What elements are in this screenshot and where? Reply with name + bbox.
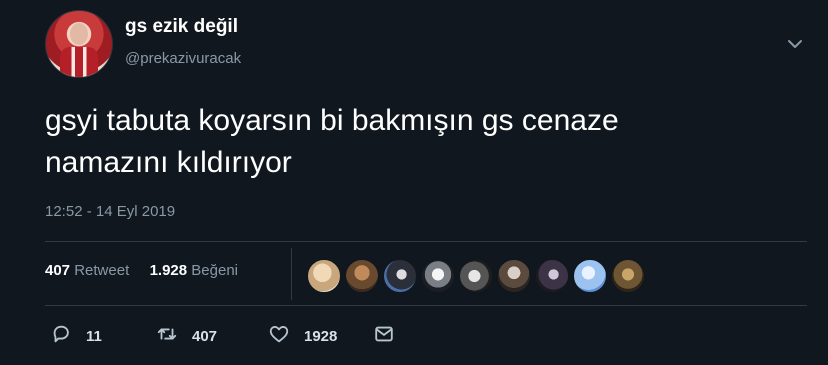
message-icon xyxy=(373,323,395,350)
liker-avatar[interactable] xyxy=(458,258,494,294)
retweet-button[interactable]: 407 xyxy=(156,325,217,347)
retweet-stat[interactable]: 407 Retweet xyxy=(45,262,133,279)
like-stat-label: Beğeni xyxy=(191,262,239,279)
tweet-text-line-1: gsyi tabuta koyarsın bi bakmışın gs cena… xyxy=(45,104,619,137)
liker-avatar[interactable] xyxy=(420,258,456,294)
tweet-timestamp[interactable]: 12:52 - 14 Eyl 2019 xyxy=(45,203,175,220)
liker-avatar[interactable] xyxy=(306,258,342,294)
avatar[interactable] xyxy=(45,10,113,78)
divider xyxy=(45,305,807,306)
reply-icon xyxy=(50,323,72,350)
retweet-stat-count: 407 xyxy=(45,262,71,279)
retweet-icon xyxy=(156,323,178,350)
liker-avatar[interactable] xyxy=(382,258,418,294)
like-stat[interactable]: 1.928 Beğeni xyxy=(150,262,238,279)
engagement-stats: 407 Retweet 1.928 Beğeni xyxy=(45,262,238,279)
divider xyxy=(45,241,807,242)
reply-button[interactable]: 11 xyxy=(50,325,102,347)
tweet-card: gs ezik değil @prekazivuracak gsyi tabut… xyxy=(0,0,828,365)
liker-avatar[interactable] xyxy=(572,258,608,294)
liker-avatar[interactable] xyxy=(344,258,380,294)
user-handle[interactable]: @prekazivuracak xyxy=(125,50,241,67)
tweet-text: gsyi tabuta koyarsın bi bakmışın gs cena… xyxy=(45,100,805,184)
display-name[interactable]: gs ezik değil xyxy=(125,16,238,38)
retweet-stat-label: Retweet xyxy=(74,262,130,279)
direct-message-button[interactable] xyxy=(373,325,395,347)
liker-avatar[interactable] xyxy=(496,258,532,294)
chevron-down-icon[interactable] xyxy=(785,34,805,54)
avatar-shirt xyxy=(60,47,98,77)
like-count: 1928 xyxy=(304,327,338,345)
liker-avatar[interactable] xyxy=(534,258,570,294)
retweet-count: 407 xyxy=(192,327,218,345)
like-button[interactable]: 1928 xyxy=(268,325,337,347)
reply-count: 11 xyxy=(86,327,102,345)
heart-icon xyxy=(268,323,290,350)
stats-separator xyxy=(291,248,292,300)
tweet-text-line-2: namazını kıldırıyor xyxy=(45,146,292,179)
avatar-head xyxy=(70,23,88,45)
like-stat-count: 1.928 xyxy=(149,262,188,279)
liker-avatar[interactable] xyxy=(610,258,646,294)
